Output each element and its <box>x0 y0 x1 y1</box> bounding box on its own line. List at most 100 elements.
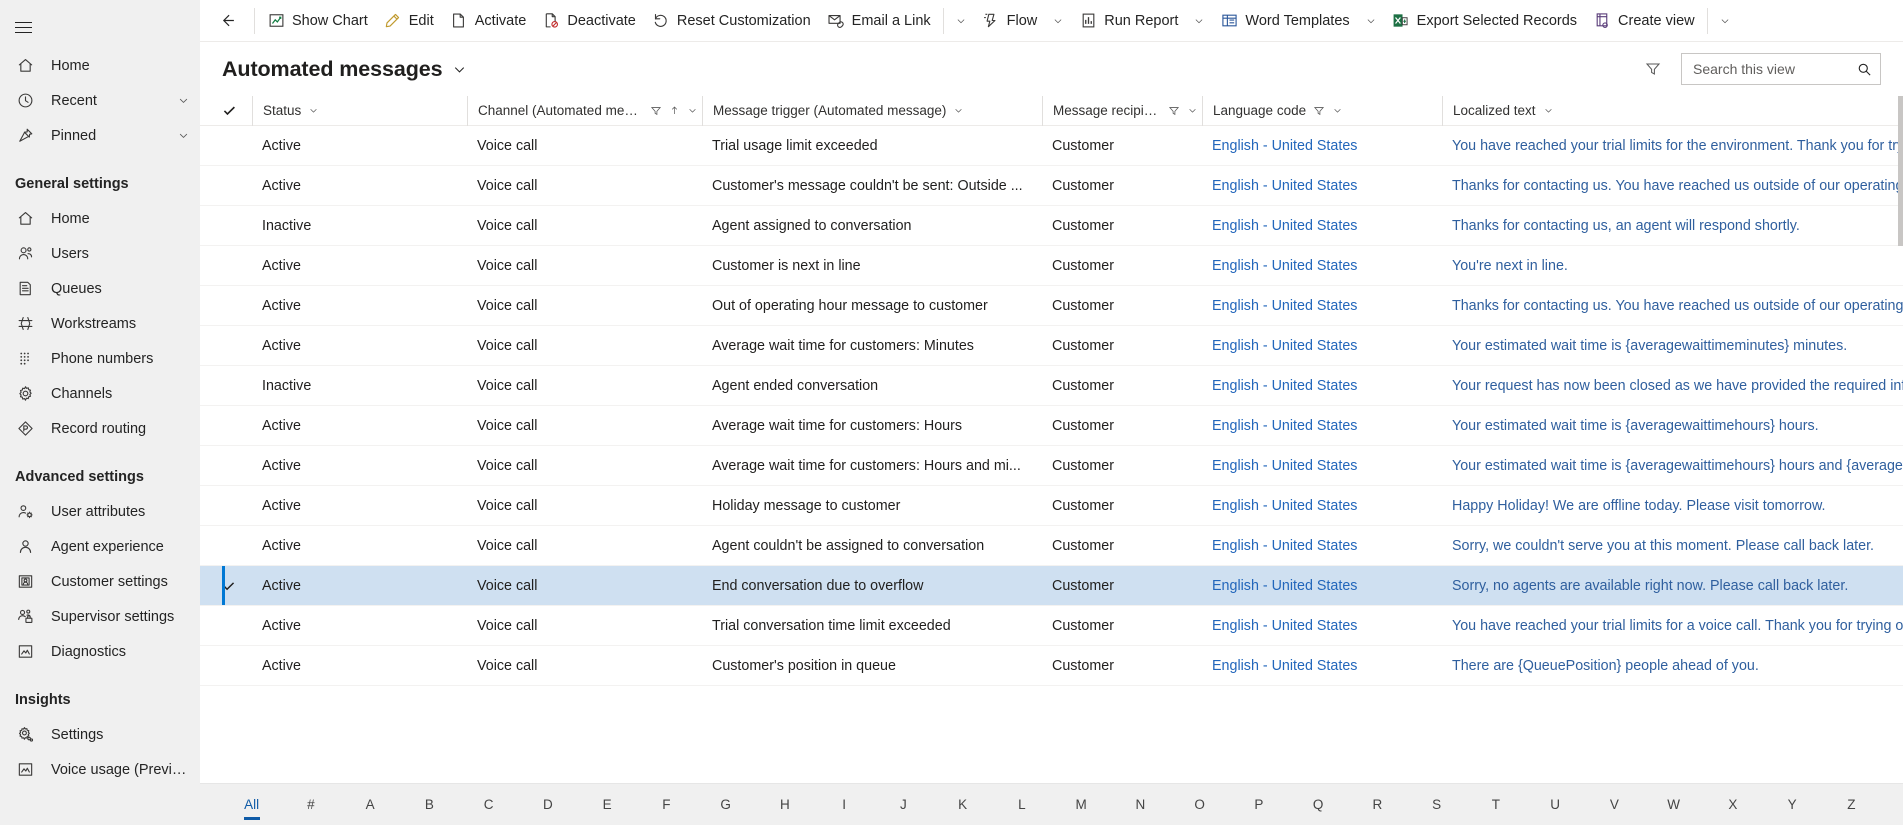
column-header-language[interactable]: Language code <box>1202 95 1442 126</box>
table-row[interactable]: Active Voice call Trial usage limit exceed… <box>200 126 1903 166</box>
alpha-filter-m[interactable]: M <box>1052 795 1111 815</box>
table-row[interactable]: Active Voice call Average wait time for cu… <box>200 326 1903 366</box>
sidebar-item-phone-numbers[interactable]: Phone numbers <box>0 341 200 376</box>
chevron-down-icon[interactable] <box>1712 4 1738 38</box>
search-input[interactable] <box>1693 61 1856 77</box>
chevron-down-icon[interactable] <box>1332 105 1343 116</box>
filter-icon[interactable] <box>1313 105 1325 117</box>
filter-icon[interactable] <box>1168 105 1180 117</box>
command-activate[interactable]: Activate <box>442 4 535 38</box>
view-selector[interactable]: Automated messages <box>222 57 467 82</box>
alpha-filter-s[interactable]: S <box>1407 795 1466 815</box>
alpha-filter-v[interactable]: V <box>1585 795 1644 815</box>
cell-language-code[interactable]: English - United States <box>1202 218 1442 234</box>
table-row[interactable]: Active Voice call Customer's message could… <box>200 166 1903 206</box>
sidebar-item-channels[interactable]: Channels <box>0 376 200 411</box>
alpha-filter-all[interactable]: All <box>222 795 281 815</box>
table-row[interactable]: Inactive Voice call Agent ended conversati… <box>200 366 1903 406</box>
alpha-filter-o[interactable]: O <box>1170 795 1229 815</box>
filter-icon[interactable] <box>650 105 662 117</box>
cell-language-code[interactable]: English - United States <box>1202 498 1442 514</box>
sidebar-item-home[interactable]: Home <box>0 201 200 236</box>
alpha-filter-f[interactable]: F <box>637 795 696 815</box>
cell-language-code[interactable]: English - United States <box>1202 178 1442 194</box>
alpha-filter-z[interactable]: Z <box>1822 795 1881 815</box>
alpha-filter-n[interactable]: N <box>1111 795 1170 815</box>
vertical-scrollbar[interactable] <box>1898 96 1903 783</box>
alpha-filter-g[interactable]: G <box>696 795 755 815</box>
sidebar-item-home[interactable]: Home <box>0 48 200 83</box>
cell-language-code[interactable]: English - United States <box>1202 298 1442 314</box>
command-create-view[interactable]: Create view <box>1585 4 1703 38</box>
row-checkbox[interactable] <box>222 579 252 593</box>
column-header-localized[interactable]: Localized text <box>1442 95 1903 126</box>
command-edit[interactable]: Edit <box>376 4 442 38</box>
table-row[interactable]: Active Voice call Customer's position in q… <box>200 646 1903 686</box>
cell-language-code[interactable]: English - United States <box>1202 418 1442 434</box>
cell-language-code[interactable]: English - United States <box>1202 138 1442 154</box>
alpha-filter-q[interactable]: Q <box>1289 795 1348 815</box>
alpha-filter-a[interactable]: A <box>341 795 400 815</box>
alpha-filter-j[interactable]: J <box>874 795 933 815</box>
column-header-channel[interactable]: Channel (Automated message) <box>467 95 702 126</box>
sidebar-item-record-routing[interactable]: Record routing <box>0 411 200 446</box>
scrollbar-thumb[interactable] <box>1898 96 1903 246</box>
chevron-down-icon[interactable] <box>177 129 190 142</box>
select-all-checkbox[interactable] <box>222 103 252 118</box>
cell-language-code[interactable]: English - United States <box>1202 658 1442 674</box>
chevron-down-icon[interactable] <box>1045 4 1071 38</box>
sidebar-item-users[interactable]: Users <box>0 236 200 271</box>
sidebar-item-agent-experience[interactable]: Agent experience <box>0 529 200 564</box>
table-row[interactable]: Active Voice call Holiday message to custo… <box>200 486 1903 526</box>
command-deactivate[interactable]: Deactivate <box>534 4 644 38</box>
alpha-filter-w[interactable]: W <box>1644 795 1703 815</box>
alpha-filter-l[interactable]: L <box>992 795 1051 815</box>
chevron-down-icon[interactable] <box>948 4 974 38</box>
table-row[interactable]: Active Voice call Average wait time for cu… <box>200 446 1903 486</box>
table-row[interactable]: Inactive Voice call Agent assigned to conv… <box>200 206 1903 246</box>
table-row[interactable]: Active Voice call Customer is next in line… <box>200 246 1903 286</box>
command-export-selected-records[interactable]: Export Selected Records <box>1384 4 1585 38</box>
sidebar-item-diagnostics[interactable]: Diagnostics <box>0 634 200 669</box>
cell-language-code[interactable]: English - United States <box>1202 338 1442 354</box>
chevron-down-icon[interactable] <box>687 105 698 116</box>
command-show-chart[interactable]: Show Chart <box>259 4 376 38</box>
table-row[interactable]: Active Voice call Out of operating hour me… <box>200 286 1903 326</box>
alpha-filter-t[interactable]: T <box>1466 795 1525 815</box>
alpha-filter-d[interactable]: D <box>518 795 577 815</box>
search-icon[interactable] <box>1856 61 1872 77</box>
chevron-down-icon[interactable] <box>1543 105 1554 116</box>
chevron-down-icon[interactable] <box>1187 105 1198 116</box>
chevron-down-icon[interactable] <box>953 105 964 116</box>
search-box[interactable] <box>1681 53 1881 85</box>
chevron-down-icon[interactable] <box>177 94 190 107</box>
hamburger-icon[interactable] <box>0 6 46 48</box>
alpha-filter-x[interactable]: X <box>1703 795 1762 815</box>
column-header-recipient[interactable]: Message recipient (... <box>1042 95 1202 126</box>
alpha-filter-b[interactable]: B <box>400 795 459 815</box>
column-header-status[interactable]: Status <box>252 95 467 126</box>
alpha-filter-e[interactable]: E <box>578 795 637 815</box>
sidebar-item-settings[interactable]: Settings <box>0 717 200 752</box>
table-row[interactable]: Active Voice call End conversation due to … <box>200 566 1903 606</box>
sidebar-item-pinned[interactable]: Pinned <box>0 118 200 153</box>
cell-language-code[interactable]: English - United States <box>1202 258 1442 274</box>
alpha-filter-u[interactable]: U <box>1526 795 1585 815</box>
sidebar-item-workstreams[interactable]: Workstreams <box>0 306 200 341</box>
sidebar-item-recent[interactable]: Recent <box>0 83 200 118</box>
sidebar-item-queues[interactable]: Queues <box>0 271 200 306</box>
sidebar-item-voice-usage-preview[interactable]: Voice usage (Preview) <box>0 752 200 787</box>
sort-ascending-icon[interactable] <box>669 104 680 117</box>
alpha-filter-c[interactable]: C <box>459 795 518 815</box>
cell-language-code[interactable]: English - United States <box>1202 578 1442 594</box>
command-flow[interactable]: Flow <box>974 4 1046 38</box>
command-word-templates[interactable]: Word Templates <box>1212 4 1357 38</box>
alpha-filter-p[interactable]: P <box>1229 795 1288 815</box>
command-email-a-link[interactable]: Email a Link <box>819 4 939 38</box>
alpha-filter-y[interactable]: Y <box>1763 795 1822 815</box>
table-row[interactable]: Active Voice call Average wait time for cu… <box>200 406 1903 446</box>
alpha-filter-hash[interactable]: # <box>281 795 340 815</box>
chevron-down-icon[interactable] <box>308 105 319 116</box>
back-arrow-icon[interactable] <box>210 4 244 38</box>
command-run-report[interactable]: Run Report <box>1071 4 1186 38</box>
